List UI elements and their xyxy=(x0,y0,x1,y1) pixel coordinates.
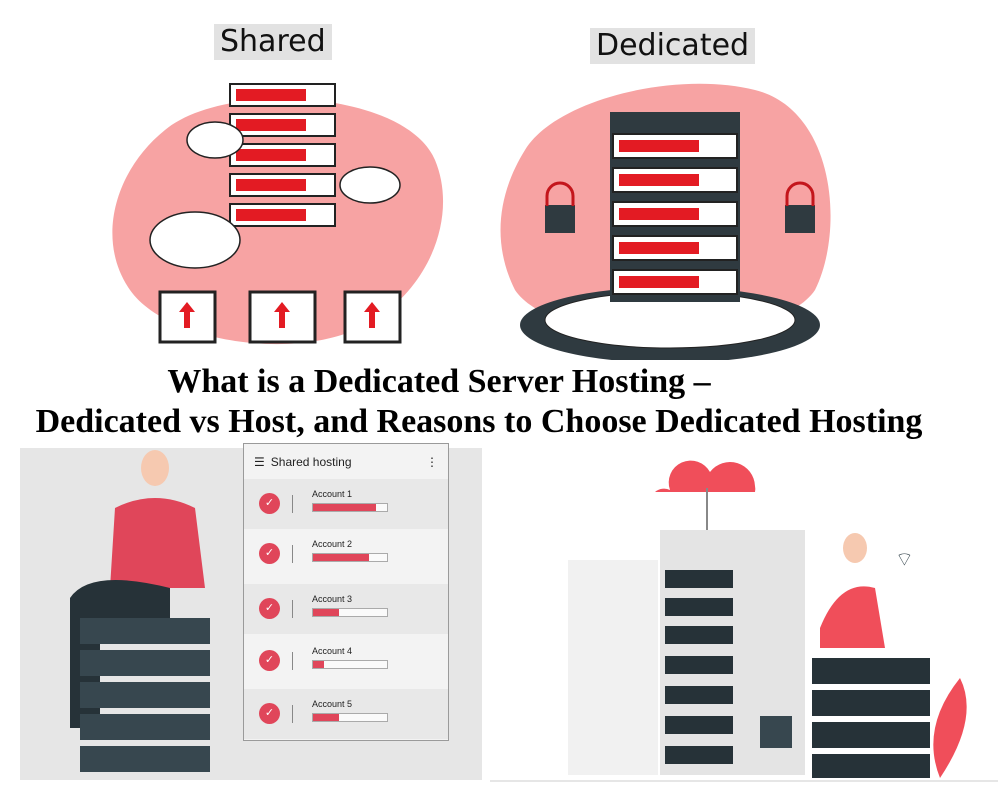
usage-bar-fill xyxy=(313,714,339,721)
upload-cloud-icon xyxy=(655,460,756,492)
usage-bar-fill xyxy=(313,554,369,561)
account-label: Account 1 xyxy=(312,489,353,499)
person-on-servers-illustration xyxy=(70,450,210,772)
account-row[interactable]: ✓ Account 4 xyxy=(244,636,448,686)
wifi-icon: ⌔ xyxy=(895,549,914,571)
usage-bar xyxy=(312,608,388,617)
account-row[interactable]: ✓ Account 1 xyxy=(244,479,448,529)
dedicated-hosting-illustration xyxy=(500,83,831,360)
usage-bar xyxy=(312,660,388,669)
shared-hosting-illustration xyxy=(112,83,444,345)
account-row[interactable]: ✓ Account 3 xyxy=(244,584,448,634)
headline-line-1: What is a Dedicated Server Hosting – xyxy=(167,363,711,400)
usage-bar-fill xyxy=(313,504,376,511)
account-label: Account 2 xyxy=(312,539,353,549)
check-icon: ✓ xyxy=(259,703,280,724)
headline-line-2: Dedicated vs Host, and Reasons to Choose… xyxy=(35,403,923,440)
dedicated-server-scene: ⌔ xyxy=(490,460,998,782)
check-icon: ✓ xyxy=(259,650,280,671)
dedicated-label: Dedicated xyxy=(590,28,756,64)
card-title: Shared hosting xyxy=(270,454,352,469)
usage-bar xyxy=(312,713,388,722)
list-icon: ☰ xyxy=(254,454,265,469)
usage-bar-fill xyxy=(313,609,339,616)
account-label: Account 4 xyxy=(312,646,353,656)
account-row[interactable]: ✓ Account 2 xyxy=(244,529,448,579)
account-label: Account 3 xyxy=(312,594,353,604)
check-icon: ✓ xyxy=(259,543,280,564)
usage-bar xyxy=(312,503,388,512)
account-label: Account 5 xyxy=(312,699,353,709)
leaf-icon xyxy=(933,678,967,778)
speaker-icon xyxy=(760,716,792,748)
usage-bar-fill xyxy=(313,661,325,668)
check-icon: ✓ xyxy=(259,598,280,619)
shared-label: Shared xyxy=(214,24,332,60)
account-row[interactable]: ✓ Account 5 xyxy=(244,689,448,739)
check-icon: ✓ xyxy=(259,493,280,514)
usage-bar xyxy=(312,553,388,562)
more-vertical-icon[interactable]: ⋮ xyxy=(426,455,438,469)
shared-hosting-card: ☰ Shared hosting ⋮ ✓ Account 1 ✓ Account 2 … xyxy=(243,443,449,741)
